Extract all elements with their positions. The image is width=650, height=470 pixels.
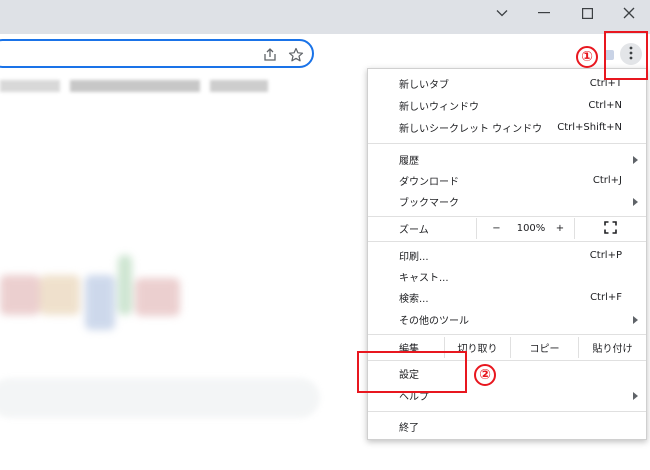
menu-divider <box>368 216 646 217</box>
blurred-bookmark <box>210 80 268 92</box>
maximize-icon <box>581 7 593 19</box>
menu-item-new-window[interactable]: 新しいウィンドウ Ctrl+N <box>368 95 646 116</box>
zoom-label: ズーム <box>399 225 429 236</box>
menu-item-shortcut: Ctrl+F <box>590 292 622 303</box>
zoom-value: 100% <box>516 223 546 234</box>
star-icon[interactable] <box>288 47 304 63</box>
menu-item-label: 新しいウィンドウ <box>399 102 479 113</box>
copy-button[interactable]: コピー <box>510 337 578 358</box>
tab-search-button[interactable] <box>481 0 523 26</box>
menu-item-label: 検索... <box>399 294 429 305</box>
menu-divider <box>368 334 646 335</box>
menu-item-bookmarks[interactable]: ブックマーク <box>368 191 646 212</box>
menu-divider <box>368 143 646 144</box>
chevron-down-icon <box>496 9 508 17</box>
minimize-button[interactable] <box>523 0 565 26</box>
close-button[interactable] <box>608 0 650 26</box>
title-bar <box>0 0 650 34</box>
blurred-search-box <box>0 378 320 418</box>
blurred-bookmark <box>70 80 200 92</box>
menu-item-history[interactable]: 履歴 <box>368 149 646 170</box>
paste-button[interactable]: 貼り付け <box>578 337 646 358</box>
zoom-out-label: − <box>492 223 501 234</box>
close-icon <box>623 7 635 19</box>
submenu-arrow-icon <box>633 156 638 164</box>
step-number-badge: ① <box>576 46 598 68</box>
zoom-level: 100% <box>516 218 546 239</box>
share-icon[interactable] <box>262 47 278 63</box>
highlight-box-settings <box>357 351 467 393</box>
blurred-logo <box>0 250 200 360</box>
copy-label: コピー <box>529 344 560 355</box>
highlight-box-menu-button <box>604 31 648 80</box>
menu-item-new-incognito-window[interactable]: 新しいシークレット ウィンドウ Ctrl+Shift+N <box>368 117 646 138</box>
menu-item-exit[interactable]: 終了 <box>368 416 646 437</box>
fullscreen-button[interactable] <box>574 218 646 239</box>
menu-item-shortcut: Ctrl+Shift+N <box>557 122 622 133</box>
fullscreen-icon <box>604 220 617 237</box>
zoom-out-button[interactable]: − <box>476 218 516 239</box>
menu-divider <box>368 241 646 242</box>
menu-item-label: 新しいタブ <box>399 80 449 91</box>
menu-item-label: 履歴 <box>399 156 419 167</box>
paste-label: 貼り付け <box>592 344 633 355</box>
zoom-in-button[interactable]: + <box>546 218 574 239</box>
menu-item-print[interactable]: 印刷... Ctrl+P <box>368 245 646 266</box>
zoom-row: ズーム − 100% + <box>368 218 646 239</box>
submenu-arrow-icon <box>633 392 638 400</box>
menu-item-shortcut: Ctrl+J <box>592 175 622 186</box>
menu-item-label: 印刷... <box>399 252 429 263</box>
submenu-arrow-icon <box>633 198 638 206</box>
minimize-icon <box>538 12 550 14</box>
menu-item-cast[interactable]: キャスト... <box>368 266 646 287</box>
menu-item-label: キャスト... <box>399 273 449 284</box>
menu-item-find[interactable]: 検索... Ctrl+F <box>368 287 646 308</box>
menu-item-label: 新しいシークレット ウィンドウ <box>399 124 543 135</box>
submenu-arrow-icon <box>633 316 638 324</box>
step-number-badge: ② <box>474 364 496 386</box>
menu-item-shortcut: Ctrl+N <box>588 100 622 111</box>
menu-item-label: その他のツール <box>399 316 469 327</box>
menu-item-shortcut: Ctrl+P <box>589 250 622 261</box>
zoom-in-label: + <box>555 223 565 234</box>
menu-item-more-tools[interactable]: その他のツール <box>368 309 646 330</box>
blurred-bookmark <box>0 80 60 92</box>
menu-item-label: 終了 <box>399 423 419 434</box>
menu-divider <box>368 411 646 412</box>
menu-item-downloads[interactable]: ダウンロード Ctrl+J <box>368 170 646 191</box>
menu-item-label: ブックマーク <box>399 198 459 209</box>
address-bar[interactable] <box>0 39 314 68</box>
maximize-button[interactable] <box>566 0 608 26</box>
menu-item-label: ダウンロード <box>399 177 459 188</box>
